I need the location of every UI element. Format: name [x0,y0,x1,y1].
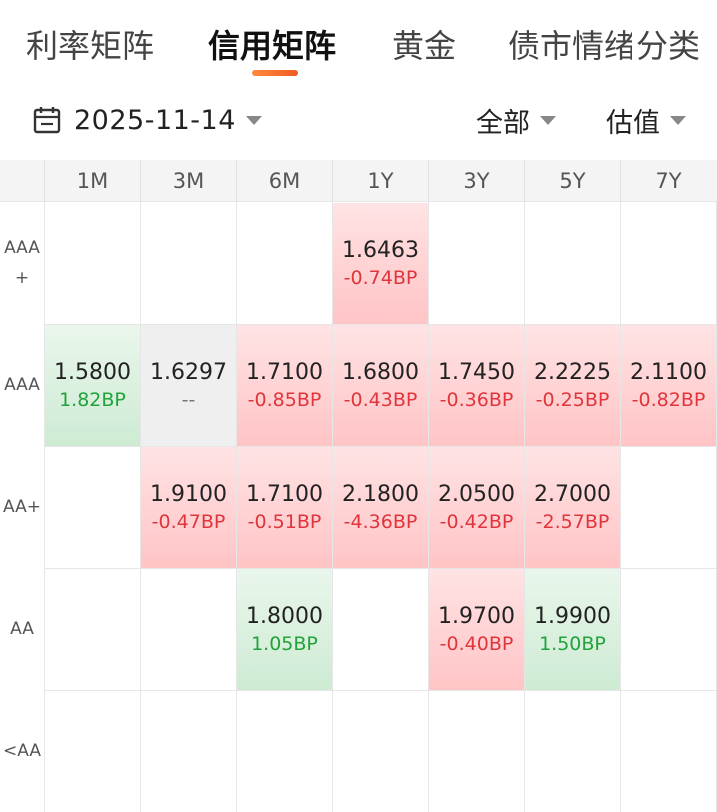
grid-line [44,202,45,812]
yield-change: -4.36BP [343,510,418,533]
yield-value: 2.7000 [534,481,611,507]
column-header-6m: 6M [236,160,332,202]
matrix-cell[interactable]: 1.7450 -0.36BP [429,325,524,446]
yield-value: 1.6463 [342,237,419,263]
yield-change: -0.36BP [439,388,514,411]
row-label-rating: <AA [0,690,44,812]
caret-down-icon [540,115,556,125]
matrix-cell[interactable]: 1.6800 -0.43BP [333,325,428,446]
matrix-cell[interactable]: 1.9700 -0.40BP [429,569,524,690]
matrix-cell[interactable]: 1.6463 -0.74BP [333,203,428,324]
yield-change: -0.47BP [151,510,226,533]
row-label-rating: AAA + [0,202,44,324]
row-label-rating: AA+ [0,446,44,568]
yield-value: 2.0500 [438,481,515,507]
row-label-rating: AAA [0,324,44,446]
yield-change: -0.25BP [535,388,610,411]
metric-dropdown[interactable]: 估值 [606,102,686,139]
grid-line [0,690,717,691]
yield-change: -- [181,388,196,411]
matrix-cell[interactable]: 1.6297 -- [141,325,236,446]
tab-credit-matrix[interactable]: 信用矩阵 [208,26,336,66]
yield-change: -0.82BP [631,388,706,411]
column-header-3y: 3Y [428,160,524,202]
column-header-row: 1M 3M 6M 1Y 3Y 5Y 7Y [0,160,717,202]
yield-value: 1.7100 [246,481,323,507]
column-header-3m: 3M [140,160,236,202]
credit-matrix-grid: 1M 3M 6M 1Y 3Y 5Y 7Y AAA +1.6463 -0.74BP AAA 1.580… [0,160,717,812]
yield-value: 1.8000 [246,603,323,629]
yield-value: 1.6297 [150,359,227,385]
yield-change: -0.40BP [439,632,514,655]
tab-gold[interactable]: 黄金 [392,26,456,66]
scope-dropdown[interactable]: 全部 [476,102,556,139]
scope-value: 全部 [476,107,530,139]
column-header-7y: 7Y [620,160,716,202]
yield-change: -0.85BP [247,388,322,411]
yield-value: 1.6800 [342,359,419,385]
yield-change: -2.57BP [535,510,610,533]
yield-value: 2.1800 [342,481,419,507]
tab-bond-sentiment[interactable]: 债市情绪 [508,26,636,66]
matrix-cell[interactable]: 1.9100 -0.47BP [141,447,236,568]
matrix-cell[interactable]: 2.0500 -0.42BP [429,447,524,568]
matrix-cell[interactable]: 1.9900 1.50BP [525,569,620,690]
matrix-cell[interactable]: 2.7000 -2.57BP [525,447,620,568]
matrix-cell[interactable]: 2.1800 -4.36BP [333,447,428,568]
yield-value: 1.5800 [54,359,131,385]
matrix-cell[interactable]: 2.1100 -0.82BP [621,325,716,446]
yield-change: -0.43BP [343,388,418,411]
yield-value: 1.7450 [438,359,515,385]
grid-line [620,202,621,812]
yield-change: -0.51BP [247,510,322,533]
yield-change: -0.42BP [439,510,514,533]
tab-bar: 利率矩阵 信用矩阵 黄金 债市情绪 分类 [0,0,717,82]
caret-down-icon [245,115,262,125]
yield-change: 1.82BP [59,388,126,411]
row-label-rating: AA [0,568,44,690]
filter-bar: 2025-11-14 全部 估值 [0,90,717,150]
selected-date: 2025-11-14 [74,104,236,136]
date-picker[interactable]: 2025-11-14 [32,102,262,138]
yield-value: 2.2225 [534,359,611,385]
active-tab-indicator [252,70,298,76]
caret-down-icon [670,115,686,125]
yield-change: 1.50BP [539,632,606,655]
matrix-cell[interactable]: 2.2225 -0.25BP [525,325,620,446]
matrix-cell[interactable]: 1.7100 -0.85BP [237,325,332,446]
tab-category[interactable]: 分类 [632,26,701,66]
yield-value: 1.9100 [150,481,227,507]
yield-value: 1.9700 [438,603,515,629]
yield-value: 2.1100 [630,359,707,385]
column-header-5y: 5Y [524,160,620,202]
calendar-icon [33,107,61,134]
column-header-1m: 1M [44,160,140,202]
matrix-cell[interactable]: 1.8000 1.05BP [237,569,332,690]
tab-rate-matrix[interactable]: 利率矩阵 [26,26,154,66]
yield-value: 1.7100 [246,359,323,385]
yield-change: 1.05BP [251,632,318,655]
column-header-1y: 1Y [332,160,428,202]
matrix-cell[interactable]: 1.5800 1.82BP [45,325,140,446]
matrix-cell[interactable]: 1.7100 -0.51BP [237,447,332,568]
yield-value: 1.9900 [534,603,611,629]
yield-change: -0.74BP [343,266,418,289]
metric-value: 估值 [606,107,660,139]
